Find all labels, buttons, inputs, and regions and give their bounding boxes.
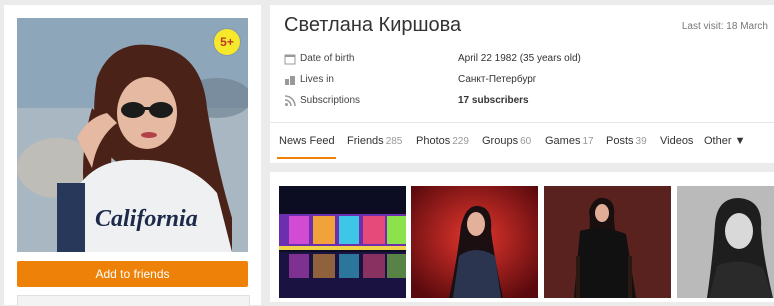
photos-strip: [270, 172, 774, 302]
tab-games[interactable]: Games 17: [545, 135, 594, 147]
tab-other[interactable]: Other ▼: [704, 135, 745, 147]
tab-count: 229: [452, 136, 469, 147]
tab-count: 39: [635, 136, 647, 147]
profile-name: Светлана Киршова: [284, 14, 462, 36]
calendar-icon: [284, 54, 296, 65]
tab-news-feed[interactable]: News Feed: [279, 135, 335, 147]
tab-posts[interactable]: Posts 39: [606, 135, 647, 147]
photo-thumbnail[interactable]: [411, 186, 538, 298]
info-value-subscribers[interactable]: 17 subscribers: [458, 95, 529, 106]
tab-count: 17: [582, 136, 594, 147]
svg-text:California: California: [95, 206, 198, 232]
profile-card: California 5+ Add to friends: [4, 5, 261, 306]
info-label: Subscriptions: [300, 95, 361, 106]
location-icon: [285, 76, 295, 85]
tab-videos[interactable]: Videos: [660, 135, 693, 147]
profile-info-card: Светлана Киршова Last visit: 18 March Da…: [270, 5, 774, 163]
active-tab-indicator: [277, 157, 336, 159]
info-value-birth: April 22 1982 (35 years old): [458, 53, 581, 64]
info-label: Date of birth: [300, 53, 355, 64]
last-visit: Last visit: 18 March: [681, 21, 768, 32]
age-badge: 5+: [214, 29, 240, 55]
add-to-friends-button[interactable]: Add to friends: [17, 261, 248, 287]
profile-avatar[interactable]: California 5+: [17, 18, 248, 252]
rss-icon: [284, 95, 296, 107]
tab-friends[interactable]: Friends 285: [347, 135, 402, 147]
tab-count: 60: [520, 136, 532, 147]
info-label: Lives in: [300, 74, 334, 85]
photo-thumbnail[interactable]: [677, 186, 774, 298]
tab-photos[interactable]: Photos 229: [416, 135, 469, 147]
photo-thumbnail[interactable]: [544, 186, 671, 298]
tab-count: 285: [385, 136, 403, 147]
tab-groups[interactable]: Groups 60: [482, 135, 531, 147]
profile-tabs: News Feed Friends 285 Photos 229 Groups 60 …: [270, 122, 774, 163]
photo-thumbnail[interactable]: [279, 186, 406, 298]
info-value-location[interactable]: Санкт-Петербург: [458, 74, 536, 85]
